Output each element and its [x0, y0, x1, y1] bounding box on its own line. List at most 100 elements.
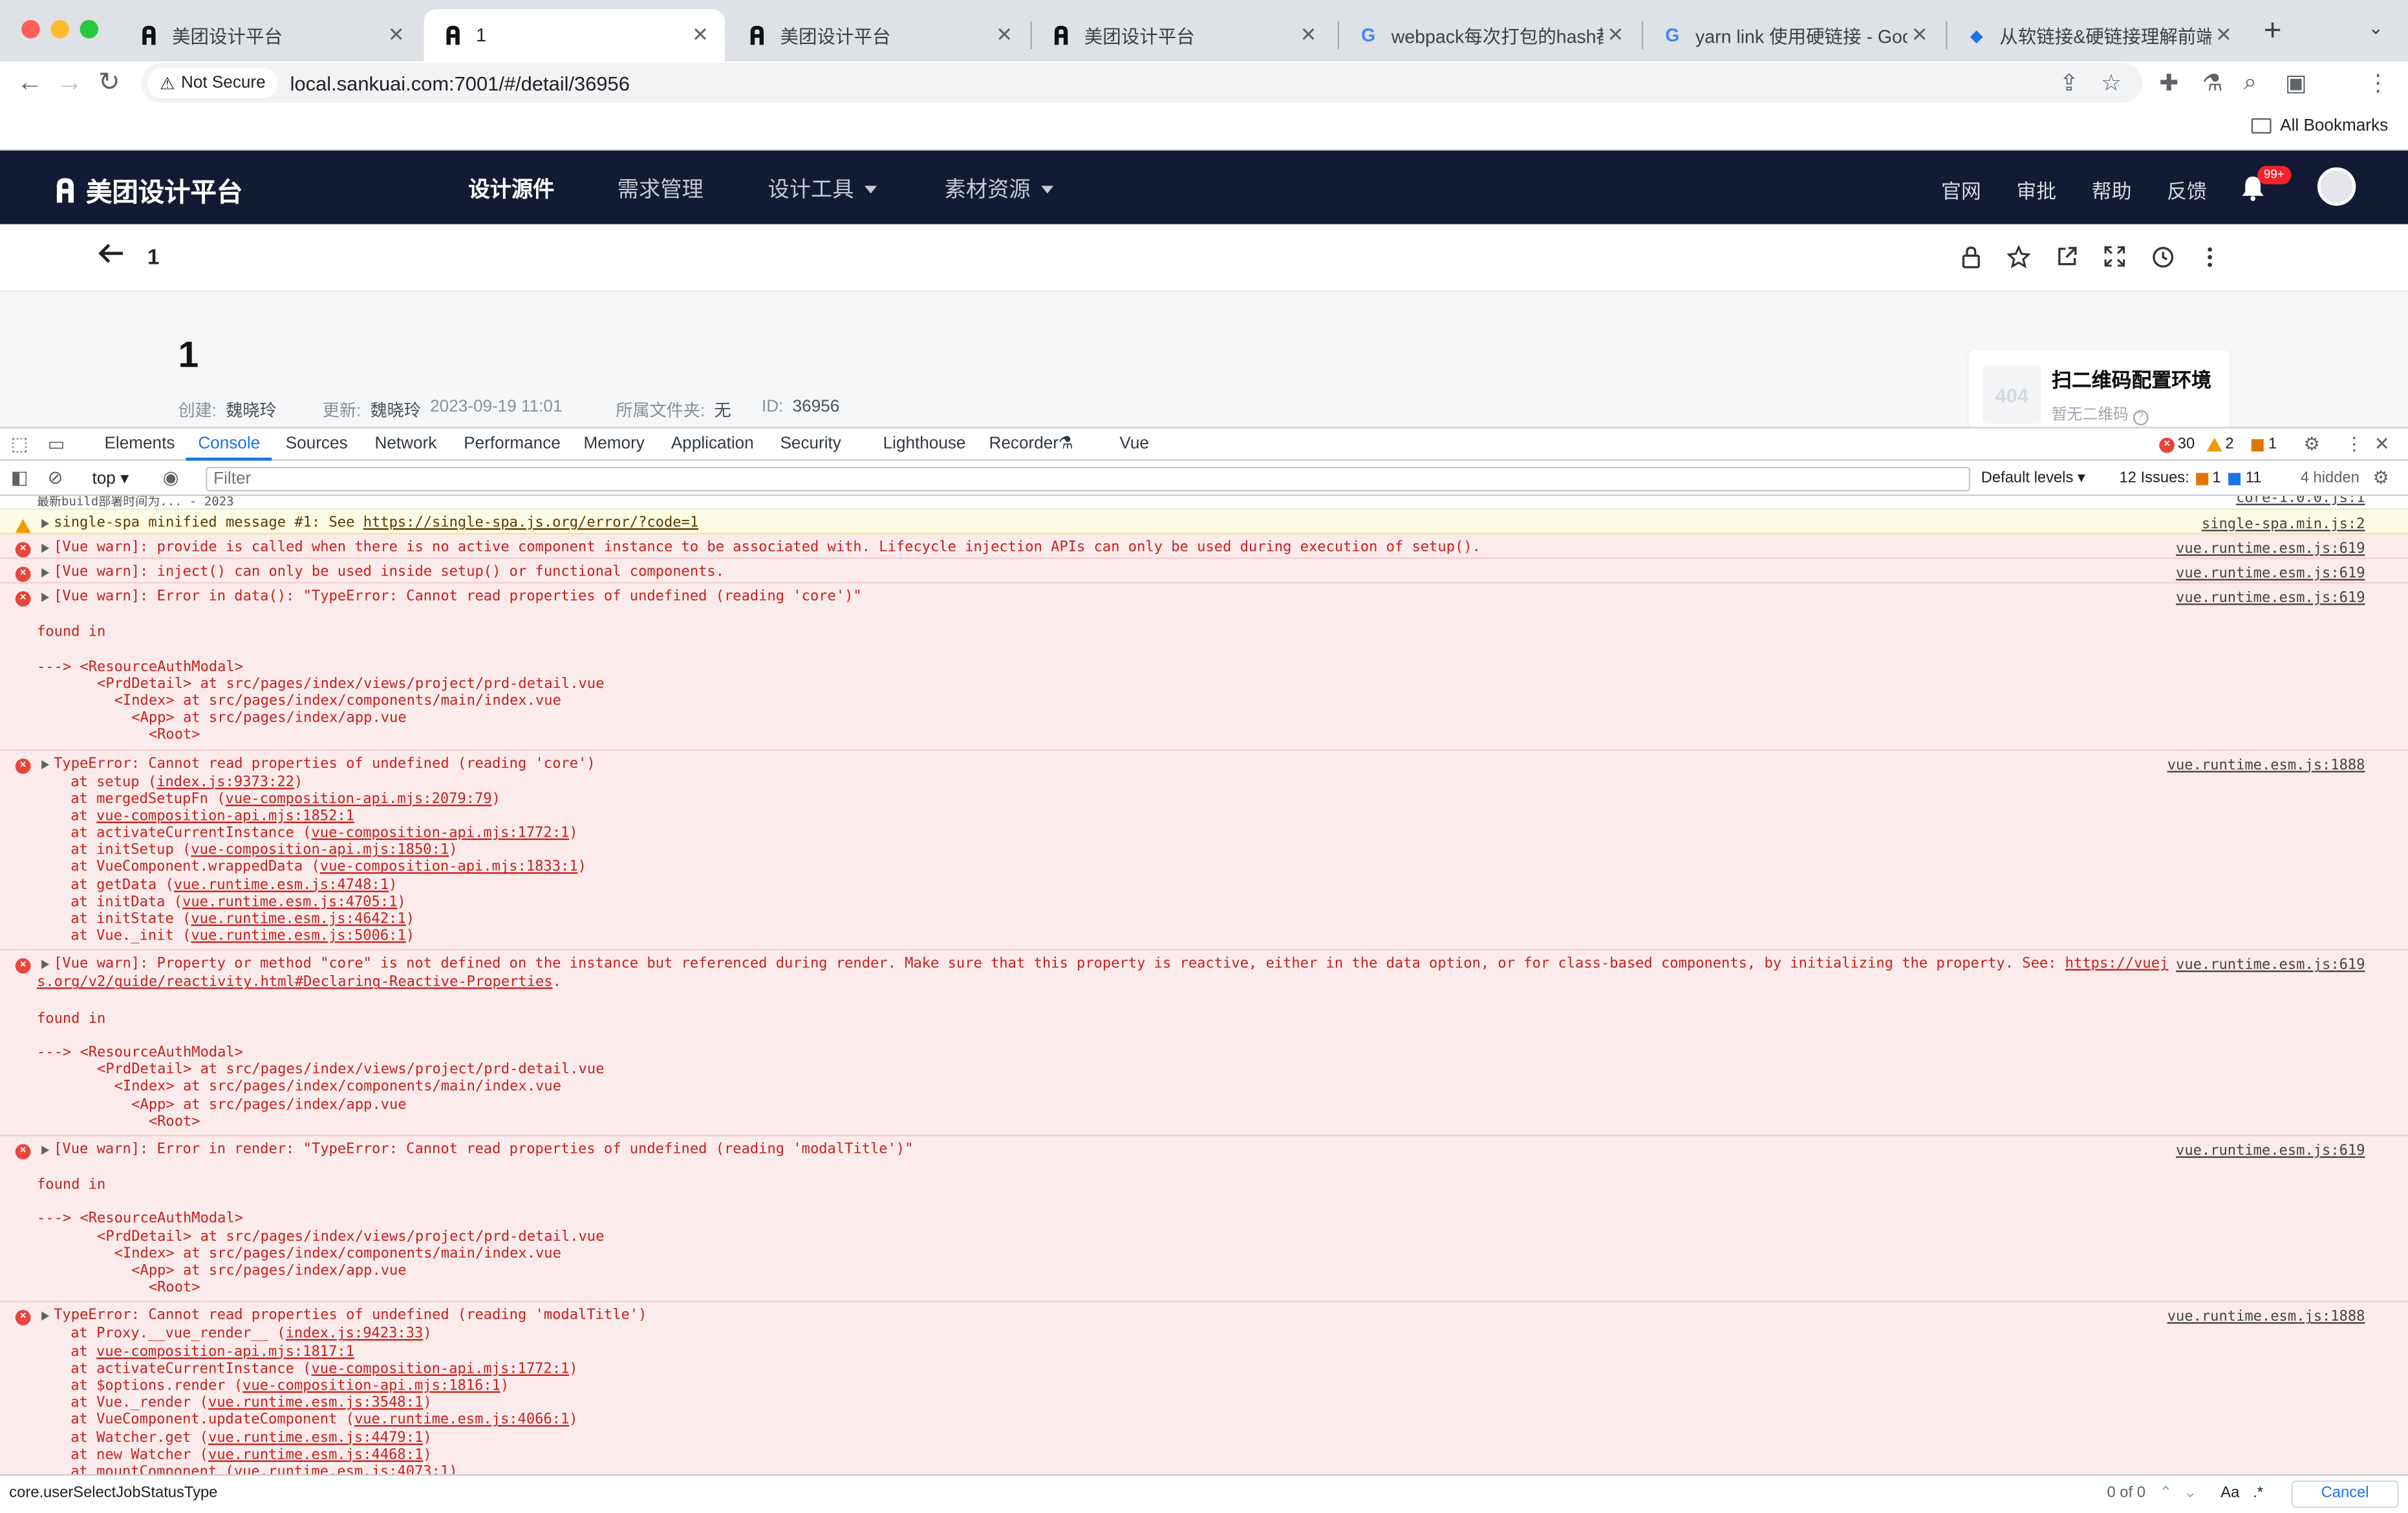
devtools-menu-icon[interactable]: ⋮ [2345, 433, 2364, 455]
header-link[interactable]: 官网 [1941, 175, 1981, 204]
warning-counter[interactable]: 2 [2206, 436, 2234, 453]
message-source-link[interactable]: vue.runtime.esm.js:1888 [2167, 1309, 2365, 1325]
nav-item[interactable]: 需求管理 [618, 173, 704, 204]
more-menu-icon[interactable] [2206, 246, 2215, 269]
browser-tab[interactable]: Gwebpack每次打包的hash都不一✕ [1339, 9, 1640, 61]
devtools-tab[interactable]: Security [780, 435, 841, 453]
brand-logo[interactable]: 美团设计平台 [54, 171, 242, 209]
live-expression-eye-icon[interactable]: ◉ [163, 467, 179, 488]
source-link[interactable]: vue-composition-api.mjs:1772:1 [311, 1360, 569, 1377]
nav-item[interactable]: 素材资源 [945, 173, 1054, 204]
back-button[interactable]: ← [17, 68, 43, 99]
devtools-tab[interactable]: Recorder [989, 435, 1059, 453]
source-link[interactable]: vue-composition-api.mjs:1816:1 [242, 1377, 500, 1394]
nav-item[interactable]: 设计源件 [468, 173, 554, 204]
browser-tab[interactable]: 美团设计平台 ✕ [120, 9, 421, 61]
forward-button[interactable]: → [57, 68, 83, 99]
next-match-chevron-icon[interactable]: ⌄ [2184, 1485, 2197, 1502]
open-external-icon[interactable] [2056, 246, 2078, 267]
devtools-tab[interactable]: Sources [286, 435, 348, 453]
tab-close-icon[interactable]: ✕ [992, 23, 1016, 48]
new-tab-button[interactable]: + [2264, 14, 2282, 49]
devtools-tab[interactable]: Elements [105, 435, 175, 453]
log-levels-dropdown[interactable]: Default levels ▾ [1981, 470, 2085, 487]
devtools-settings-icon[interactable]: ⚙ [2304, 433, 2321, 455]
devtools-tab[interactable]: Application [671, 435, 754, 453]
nav-item[interactable]: 设计工具 [768, 173, 877, 204]
issues-button[interactable]: 12 Issues: 1 11 [2120, 470, 2262, 487]
message-source-link[interactable]: vue.runtime.esm.js:619 [2176, 541, 2365, 557]
browser-menu-icon[interactable]: ⋮ [2367, 69, 2390, 96]
source-link[interactable]: vue.runtime.esm.js:4066:1 [354, 1411, 569, 1428]
source-link[interactable]: vue-composition-api.mjs:1852:1 [96, 808, 354, 824]
extensions-icon[interactable]: ✚ [2159, 69, 2178, 96]
cancel-search-button[interactable]: Cancel [2291, 1480, 2399, 1508]
source-link[interactable]: vue-composition-api.mjs:1833:1 [320, 859, 578, 876]
source-link[interactable]: vue.runtime.esm.js:5006:1 [191, 928, 405, 945]
console-settings-icon[interactable]: ⚙ [2372, 467, 2389, 488]
url-link[interactable]: https://vuej [2065, 956, 2169, 972]
source-link[interactable]: vue.runtime.esm.js:3548:1 [208, 1395, 423, 1411]
device-toolbar-icon[interactable]: ▭ [48, 433, 65, 455]
message-source-link[interactable]: vue.runtime.esm.js:619 [2176, 565, 2365, 582]
tab-close-icon[interactable]: ✕ [384, 23, 409, 48]
bookmark-star-icon[interactable]: ☆ [2101, 69, 2122, 96]
labs-flask-icon[interactable]: ⚗ [2202, 69, 2223, 96]
source-link[interactable]: index.js:9373:22 [156, 773, 294, 790]
message-source-link[interactable]: vue.runtime.esm.js:619 [2176, 1143, 2365, 1159]
browser-tab[interactable]: 美团设计平台 ✕ [728, 9, 1029, 61]
console-filter-input[interactable] [206, 467, 1971, 491]
partial-message-source[interactable]: core-1.0.0.js:1 [2236, 496, 2365, 507]
star-icon[interactable] [2007, 246, 2030, 269]
browser-tab[interactable]: ◆ 从软链接&硬链接理解前端包管✕ [1948, 9, 2249, 61]
tab-close-icon[interactable]: ✕ [688, 23, 713, 48]
url-link[interactable]: s.org/v2/guide/reactivity.html#Declaring… [37, 974, 553, 991]
devtools-tab[interactable]: Network [375, 435, 437, 453]
back-arrow-icon[interactable] [98, 242, 124, 264]
fullscreen-icon[interactable] [2104, 246, 2125, 267]
url-text[interactable]: local.sankuai.com:7001/#/detail/36956 [290, 71, 630, 94]
search-input[interactable]: core.userSelectJobStatusType [9, 1485, 217, 1502]
history-clock-icon[interactable] [2151, 246, 2175, 269]
devtools-tab[interactable]: Memory [584, 435, 645, 453]
reload-button[interactable]: ↻ [98, 68, 120, 99]
devtools-tab[interactable]: Lighthouse [883, 435, 966, 453]
user-avatar[interactable] [2317, 167, 2356, 206]
lock-icon[interactable] [1961, 246, 1981, 269]
share-icon[interactable]: ⇪ [2059, 69, 2079, 96]
tab-close-icon[interactable]: ✕ [2211, 23, 2236, 48]
source-link[interactable]: vue-composition-api.mjs:1850:1 [191, 842, 449, 859]
match-case-button[interactable]: Aa [2220, 1485, 2239, 1502]
devtools-tab[interactable]: Performance [464, 435, 561, 453]
zoom-search-icon[interactable]: ⌕ [2244, 69, 2257, 95]
devtools-tab[interactable]: Console [198, 435, 260, 453]
header-link[interactable]: 审批 [2016, 175, 2056, 204]
side-panel-icon[interactable]: ▣ [2285, 69, 2307, 96]
browser-tab[interactable]: 美团设计平台 ✕ [1032, 9, 1333, 61]
url-link[interactable]: https://single-spa.js.org/error/?code=1 [363, 515, 698, 531]
source-link[interactable]: index.js:9423:33 [286, 1326, 424, 1343]
security-chip[interactable]: ⚠ Not Secure [147, 67, 278, 98]
source-link[interactable]: vue.runtime.esm.js:4479:1 [208, 1429, 423, 1446]
browser-tab[interactable]: 1 ✕ [424, 9, 725, 61]
issue-counter[interactable]: 1 [2251, 436, 2277, 453]
header-link[interactable]: 帮助 [2092, 175, 2132, 204]
source-link[interactable]: vue-composition-api.mjs:2079:79 [226, 790, 492, 807]
source-link[interactable]: vue.runtime.esm.js:4705:1 [182, 894, 397, 910]
devtools-tab[interactable]: Vue [1119, 435, 1149, 453]
inspect-element-icon[interactable]: ⬚ [11, 433, 28, 455]
maximize-window-button[interactable] [80, 19, 98, 39]
previous-match-chevron-icon[interactable]: ⌃ [2159, 1485, 2172, 1502]
close-window-button[interactable] [21, 19, 40, 39]
tab-close-icon[interactable]: ✕ [1296, 23, 1321, 48]
tab-search-chevron-icon[interactable]: ⌄ [2368, 17, 2383, 38]
source-link[interactable]: vue.runtime.esm.js:4073:1 [234, 1463, 449, 1474]
header-link[interactable]: 反馈 [2167, 175, 2207, 204]
all-bookmarks-button[interactable]: All Bookmarks [2251, 117, 2388, 135]
clear-console-icon[interactable]: ⊘ [48, 467, 63, 488]
source-link[interactable]: vue.runtime.esm.js:4468:1 [208, 1446, 423, 1463]
source-link[interactable]: vue-composition-api.mjs:1772:1 [311, 825, 569, 842]
tab-close-icon[interactable]: ✕ [1908, 23, 1932, 48]
message-source-link[interactable]: single-spa.min.js:2 [2202, 516, 2365, 533]
message-source-link[interactable]: vue.runtime.esm.js:619 [2176, 590, 2365, 606]
